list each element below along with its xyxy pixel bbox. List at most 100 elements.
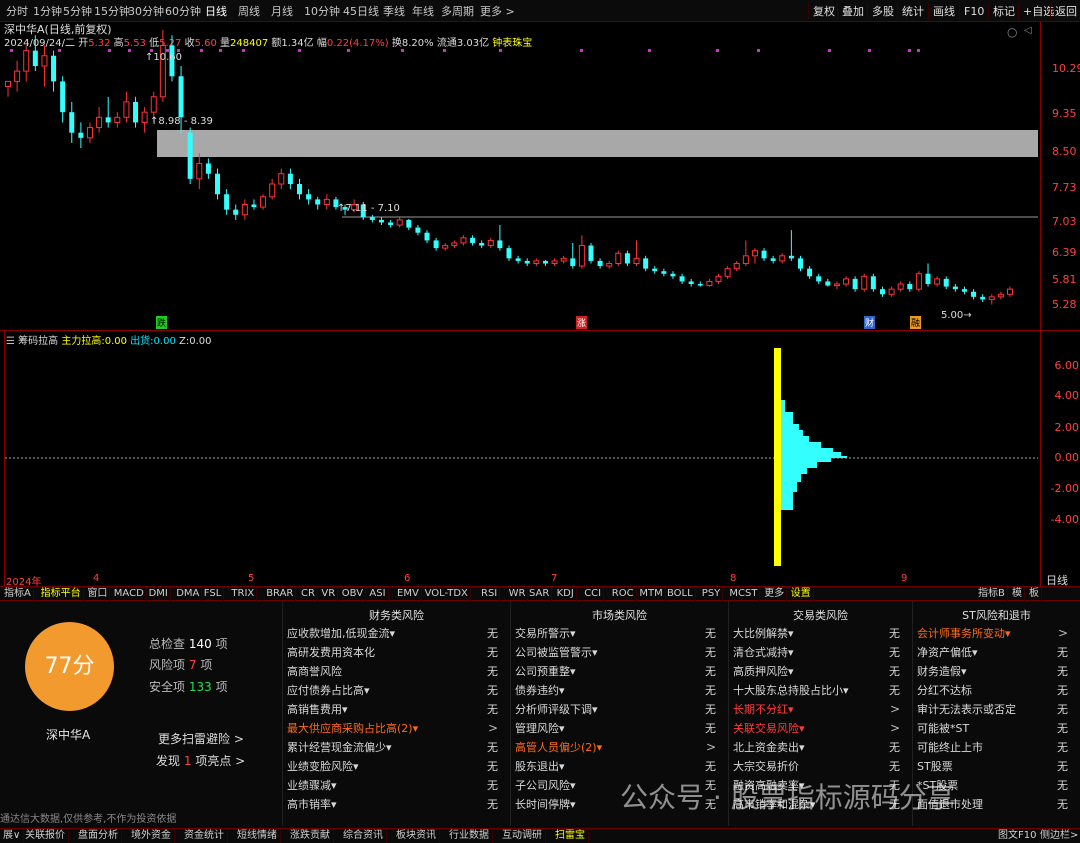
period-multi[interactable]: 多周期: [441, 4, 474, 19]
bottom-tab[interactable]: 展∨: [0, 829, 25, 843]
risk-item[interactable]: 大比例解禁▾ 无: [733, 624, 906, 643]
indicator-tab[interactable]: FSL: [202, 587, 225, 601]
indicator-tab[interactable]: MACD: [112, 587, 147, 601]
risk-item[interactable]: ST股票 无: [917, 757, 1074, 776]
period-15min[interactable]: 15分钟: [94, 4, 130, 19]
f10-button[interactable]: F10: [959, 3, 988, 20]
candlestick-chart[interactable]: [0, 22, 1041, 586]
indicator-tab[interactable]: 更多: [762, 587, 788, 601]
fuquan-button[interactable]: 复权: [808, 3, 839, 20]
stats-button[interactable]: 统计: [897, 3, 928, 20]
period-5min[interactable]: 5分钟: [63, 4, 92, 19]
period-more[interactable]: 更多 >: [480, 4, 515, 19]
indicator-tab[interactable]: OBV: [340, 587, 367, 601]
bottom-tab[interactable]: 综合资讯: [340, 829, 387, 843]
cai-marker[interactable]: 财: [864, 316, 876, 329]
indicator-tab[interactable]: VOL-TDX: [423, 587, 471, 601]
bottom-tab[interactable]: 关联报价: [22, 829, 69, 843]
bottom-tab[interactable]: 资金统计: [181, 829, 228, 843]
risk-item[interactable]: 净资产偏低▾ 无: [917, 643, 1074, 662]
period-monthly[interactable]: 月线: [271, 4, 293, 19]
risk-item[interactable]: 债券违约▾ 无: [515, 681, 722, 700]
overlay-button[interactable]: 叠加: [837, 3, 868, 20]
risk-item[interactable]: 十大股东总持股占比小▾ 无: [733, 681, 906, 700]
indicator-tab[interactable]: MCST: [727, 587, 761, 601]
period-45day[interactable]: 45日线: [343, 4, 379, 19]
indicator-tab[interactable]: ASI: [367, 587, 389, 601]
risk-item[interactable]: 交易所警示▾ 无: [515, 624, 722, 643]
bottom-tab[interactable]: 境外资金: [128, 829, 175, 843]
risk-item[interactable]: 财务造假▾ 无: [917, 662, 1074, 681]
risk-item[interactable]: 高商誉风险 无: [287, 662, 504, 681]
risk-item[interactable]: 高销售费用▾ 无: [287, 700, 504, 719]
indicator-tab[interactable]: VR: [319, 587, 339, 601]
risk-item[interactable]: 高质押风险▾ 无: [733, 662, 906, 681]
risk-item[interactable]: 高管人员偏少(2)▾ >: [515, 738, 722, 757]
bottom-tab-right[interactable]: 图文F10: [995, 829, 1041, 843]
indicator-tab[interactable]: BOLL: [665, 587, 696, 601]
risk-item[interactable]: 审计无法表示或否定 无: [917, 700, 1074, 719]
risk-item[interactable]: 股东退出▾ 无: [515, 757, 722, 776]
bottom-tab[interactable]: 短线情绪: [234, 829, 281, 843]
indicator-tab-right[interactable]: 指标B: [976, 587, 1008, 601]
risk-item[interactable]: 业绩变脸风险▾ 无: [287, 757, 504, 776]
period-1min[interactable]: 1分钟: [33, 4, 62, 19]
indicator-tab[interactable]: 窗口: [85, 587, 111, 601]
bottom-tab[interactable]: 盘面分析: [75, 829, 122, 843]
risk-item[interactable]: 长期不分红▾ >: [733, 700, 906, 719]
risk-item[interactable]: 清仓式减持▾ 无: [733, 643, 906, 662]
indicator-tab-right[interactable]: 板: [1027, 587, 1042, 601]
risk-item[interactable]: 北上资金卖出▾ 无: [733, 738, 906, 757]
risk-item[interactable]: 高研发费用资本化 无: [287, 643, 504, 662]
risk-item[interactable]: 应付债券占比高▾ 无: [287, 681, 504, 700]
rong-marker[interactable]: 融: [910, 316, 922, 329]
indicator-tab[interactable]: SAR: [527, 587, 553, 601]
indicator-tab[interactable]: WR: [507, 587, 529, 601]
risk-item[interactable]: 最大供应商采购占比高(2)▾ >: [287, 719, 504, 738]
highlight-link[interactable]: 发现 1 项亮点 >: [156, 752, 245, 769]
back-button[interactable]: 返回: [1050, 3, 1080, 20]
bottom-tab[interactable]: 互动调研: [499, 829, 546, 843]
indicator-tab[interactable]: ROC: [610, 587, 637, 601]
period-30min[interactable]: 30分钟: [128, 4, 164, 19]
indicator-tab[interactable]: EMV: [395, 587, 422, 601]
indicator-tab[interactable]: KDJ: [555, 587, 577, 601]
risk-item[interactable]: 公司预重整▾ 无: [515, 662, 722, 681]
risk-item[interactable]: 高市销率▾ 无: [287, 795, 504, 814]
indicator-tab[interactable]: TRIX: [229, 587, 258, 601]
period-year[interactable]: 年线: [412, 4, 434, 19]
indicator-tab[interactable]: CCI: [582, 587, 605, 601]
risk-item[interactable]: 公司被监管警示▾ 无: [515, 643, 722, 662]
indicator-tab[interactable]: 指标A: [2, 587, 34, 601]
period-10min[interactable]: 10分钟: [304, 4, 340, 19]
period-60min[interactable]: 60分钟: [165, 4, 201, 19]
mark-button[interactable]: 标记: [988, 3, 1019, 20]
bottom-tab[interactable]: 扫雷宝: [552, 829, 589, 843]
risk-item[interactable]: 可能终止上市 无: [917, 738, 1074, 757]
risk-item[interactable]: 可能被*ST 无: [917, 719, 1074, 738]
risk-item[interactable]: 应收款增加,低现金流▾ 无: [287, 624, 504, 643]
risk-item[interactable]: 关联交易风险▾ >: [733, 719, 906, 738]
period-quarter[interactable]: 季线: [383, 4, 405, 19]
period-weekly[interactable]: 周线: [238, 4, 260, 19]
indicator-tab[interactable]: PSY: [700, 587, 724, 601]
indicator-tab[interactable]: DMI: [147, 587, 171, 601]
risk-item[interactable]: 分析师评级下调▾ 无: [515, 700, 722, 719]
indicator-tab[interactable]: CR: [299, 587, 318, 601]
indicator-tab[interactable]: RSI: [479, 587, 501, 601]
die-marker[interactable]: 跌: [156, 316, 168, 329]
indicator-tab[interactable]: MTM: [637, 587, 666, 601]
risk-item[interactable]: 会计师事务所变动▾ >: [917, 624, 1074, 643]
risk-item[interactable]: 累计经营现金流偏少▾ 无: [287, 738, 504, 757]
indicator-tab[interactable]: BRAR: [264, 587, 297, 601]
multistock-button[interactable]: 多股: [867, 3, 898, 20]
more-scan-link[interactable]: 更多扫雷避险 >: [158, 730, 244, 747]
bottom-tab-right[interactable]: 侧边栏>: [1037, 829, 1080, 843]
period-daily[interactable]: 日线: [205, 4, 227, 19]
bottom-tab[interactable]: 板块资讯: [393, 829, 440, 843]
indicator-tab[interactable]: 指标平台: [39, 587, 84, 601]
bottom-tab[interactable]: 涨跌贡献: [287, 829, 334, 843]
risk-item[interactable]: 业绩骤减▾ 无: [287, 776, 504, 795]
indicator-tab[interactable]: DMA: [174, 587, 203, 601]
period-fenshi[interactable]: 分时: [6, 4, 28, 19]
